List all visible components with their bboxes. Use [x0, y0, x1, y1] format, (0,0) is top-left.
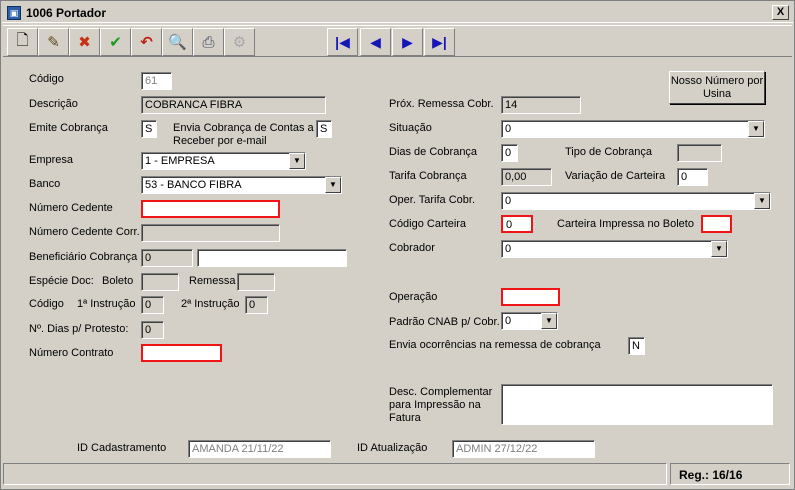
tarifa-cobranca-label: Tarifa Cobrança: [389, 170, 467, 182]
carteira-impressa-field[interactable]: [701, 215, 732, 233]
instrucao2-field[interactable]: 0: [245, 296, 268, 314]
carteira-impressa-label: Carteira Impressa no Boleto: [557, 218, 694, 230]
chevron-down-icon[interactable]: ▼: [754, 193, 770, 209]
confirm-icon[interactable]: ✔: [100, 28, 131, 56]
codigo-label: Código: [29, 73, 64, 85]
variacao-carteira-field[interactable]: 0: [677, 168, 708, 186]
tipo-cobranca-field[interactable]: [677, 144, 722, 162]
cobrador-value: 0: [505, 243, 512, 255]
empresa-value: 1 - EMPRESA: [145, 155, 215, 167]
dias-protesto-field[interactable]: 0: [141, 321, 164, 339]
beneficiario-label: Beneficiário Cobrança: [29, 251, 138, 263]
beneficiario-name-field[interactable]: [197, 249, 347, 267]
padrao-cnab-label: Padrão CNAB p/ Cobr.: [389, 316, 500, 328]
emite-cobranca-label: Emite Cobrança: [29, 122, 108, 134]
cobrador-select[interactable]: 0 ▼: [501, 240, 728, 258]
instrucao1-field[interactable]: 0: [141, 296, 164, 314]
codigo-field[interactable]: 61: [141, 72, 172, 90]
padrao-cnab-select[interactable]: 0 ▼: [501, 312, 558, 330]
id-atualizacao-label: ID Atualização: [357, 442, 428, 454]
nosso-numero-button[interactable]: Nosso Número por Usina: [669, 71, 765, 104]
numero-contrato-field[interactable]: [141, 344, 222, 362]
numero-cedente-corr-label: Número Cedente Corr.: [29, 226, 140, 238]
remessa-label: Remessa: [189, 275, 236, 287]
envia-ocorrencias-label: Envia ocorrências na remessa de cobrança: [389, 339, 601, 351]
empresa-select[interactable]: 1 - EMPRESA ▼: [141, 152, 306, 170]
codigo-carteira-label: Código Carteira: [389, 218, 467, 230]
beneficiario-code-field[interactable]: 0: [141, 249, 193, 267]
last-record-icon[interactable]: ▶|: [424, 28, 455, 56]
banco-value: 53 - BANCO FIBRA: [145, 179, 242, 191]
edit-icon[interactable]: ✎: [38, 28, 69, 56]
status-message-panel: [3, 463, 667, 485]
codigo-instrucao-label: Código: [29, 298, 64, 310]
boleto-field[interactable]: [141, 273, 179, 291]
oper-tarifa-value: 0: [505, 195, 512, 207]
delete-icon[interactable]: ✖: [69, 28, 100, 56]
title-bar: ▣ 1006 Portador X: [2, 2, 793, 23]
search-binoculars-icon[interactable]: 🔍: [162, 28, 193, 56]
envia-ocorrencias-field[interactable]: N: [628, 337, 645, 355]
numero-contrato-label: Número Contrato: [29, 347, 114, 359]
operacao-field[interactable]: [501, 288, 560, 306]
envia-email-label: Envia Cobrança de Contas a Receber por e…: [173, 122, 314, 147]
chevron-down-icon[interactable]: ▼: [325, 177, 341, 193]
situacao-value: 0: [505, 123, 512, 135]
emite-cobranca-field[interactable]: S: [141, 120, 157, 138]
oper-tarifa-select[interactable]: 0 ▼: [501, 192, 771, 210]
banco-select[interactable]: 53 - BANCO FIBRA ▼: [141, 176, 342, 194]
operacao-label: Operação: [389, 291, 438, 303]
oper-tarifa-label: Oper. Tarifa Cobr.: [389, 194, 476, 206]
codigo-carteira-field[interactable]: 0: [501, 215, 533, 233]
app-icon: ▣: [7, 6, 21, 20]
variacao-carteira-label: Variação de Carteira: [565, 170, 666, 182]
cobrador-label: Cobrador: [389, 242, 435, 254]
numero-cedente-field[interactable]: [141, 200, 280, 218]
desc-complementar-label: Desc. Complementar para Impressão na Fat…: [389, 386, 493, 424]
undo-icon[interactable]: ↶: [131, 28, 162, 56]
status-bar: Reg.: 16/16: [3, 463, 792, 487]
dias-cobranca-field[interactable]: 0: [501, 144, 518, 162]
next-record-icon[interactable]: ▶: [392, 28, 423, 56]
first-record-icon[interactable]: |◀: [327, 28, 358, 56]
chevron-down-icon[interactable]: ▼: [541, 313, 557, 329]
chevron-down-icon[interactable]: ▼: [748, 121, 764, 137]
toolbar: 🗋 ✎ ✖ ✔ ↶ 🔍 ⎙ ⚙ |◀ ◀ ▶ ▶|: [3, 25, 792, 57]
tipo-cobranca-label: Tipo de Cobrança: [565, 146, 653, 158]
boleto-label: Boleto: [102, 275, 134, 287]
dias-protesto-label: Nº. Dias p/ Protesto:: [29, 323, 129, 335]
numero-cedente-corr-field[interactable]: [141, 224, 280, 242]
padrao-cnab-value: 0: [505, 315, 512, 327]
envia-email-field[interactable]: S: [316, 120, 332, 138]
chevron-down-icon[interactable]: ▼: [289, 153, 305, 169]
previous-record-icon[interactable]: ◀: [360, 28, 391, 56]
portador-window: ▣ 1006 Portador X 🗋 ✎ ✖ ✔ ↶ 🔍 ⎙ ⚙ |◀ ◀ ▶…: [0, 0, 795, 490]
close-button[interactable]: X: [772, 5, 789, 20]
banco-label: Banco: [29, 178, 61, 190]
id-cadastramento-field: AMANDA 21/11/22: [188, 440, 331, 458]
dias-cobranca-label: Dias de Cobrança: [389, 146, 478, 158]
remessa-field[interactable]: [237, 273, 275, 291]
disabled-tool-icon: ⚙: [224, 28, 255, 56]
prox-remessa-label: Próx. Remessa Cobr.: [389, 98, 494, 110]
prox-remessa-field[interactable]: 14: [501, 96, 581, 114]
numero-cedente-label: Número Cedente: [29, 202, 113, 214]
print-icon[interactable]: ⎙: [193, 28, 224, 56]
descricao-label: Descrição: [29, 98, 78, 110]
id-cadastramento-label: ID Cadastramento: [77, 442, 167, 454]
record-counter: Reg.: 16/16: [670, 463, 790, 485]
situacao-label: Situação: [389, 122, 432, 134]
window-title: 1006 Portador: [26, 6, 107, 20]
tarifa-cobranca-field[interactable]: 0,00: [501, 168, 552, 186]
instrucao1-label: 1ª Instrução: [77, 298, 136, 310]
descricao-field[interactable]: COBRANCA FIBRA: [141, 96, 326, 114]
especie-doc-label: Espécie Doc:: [29, 275, 94, 287]
instrucao2-label: 2ª Instrução: [181, 298, 240, 310]
situacao-select[interactable]: 0 ▼: [501, 120, 765, 138]
desc-complementar-textarea[interactable]: [501, 384, 773, 425]
chevron-down-icon[interactable]: ▼: [711, 241, 727, 257]
empresa-label: Empresa: [29, 154, 74, 166]
id-atualizacao-field: ADMIN 27/12/22: [452, 440, 595, 458]
new-record-icon[interactable]: 🗋: [7, 28, 38, 56]
